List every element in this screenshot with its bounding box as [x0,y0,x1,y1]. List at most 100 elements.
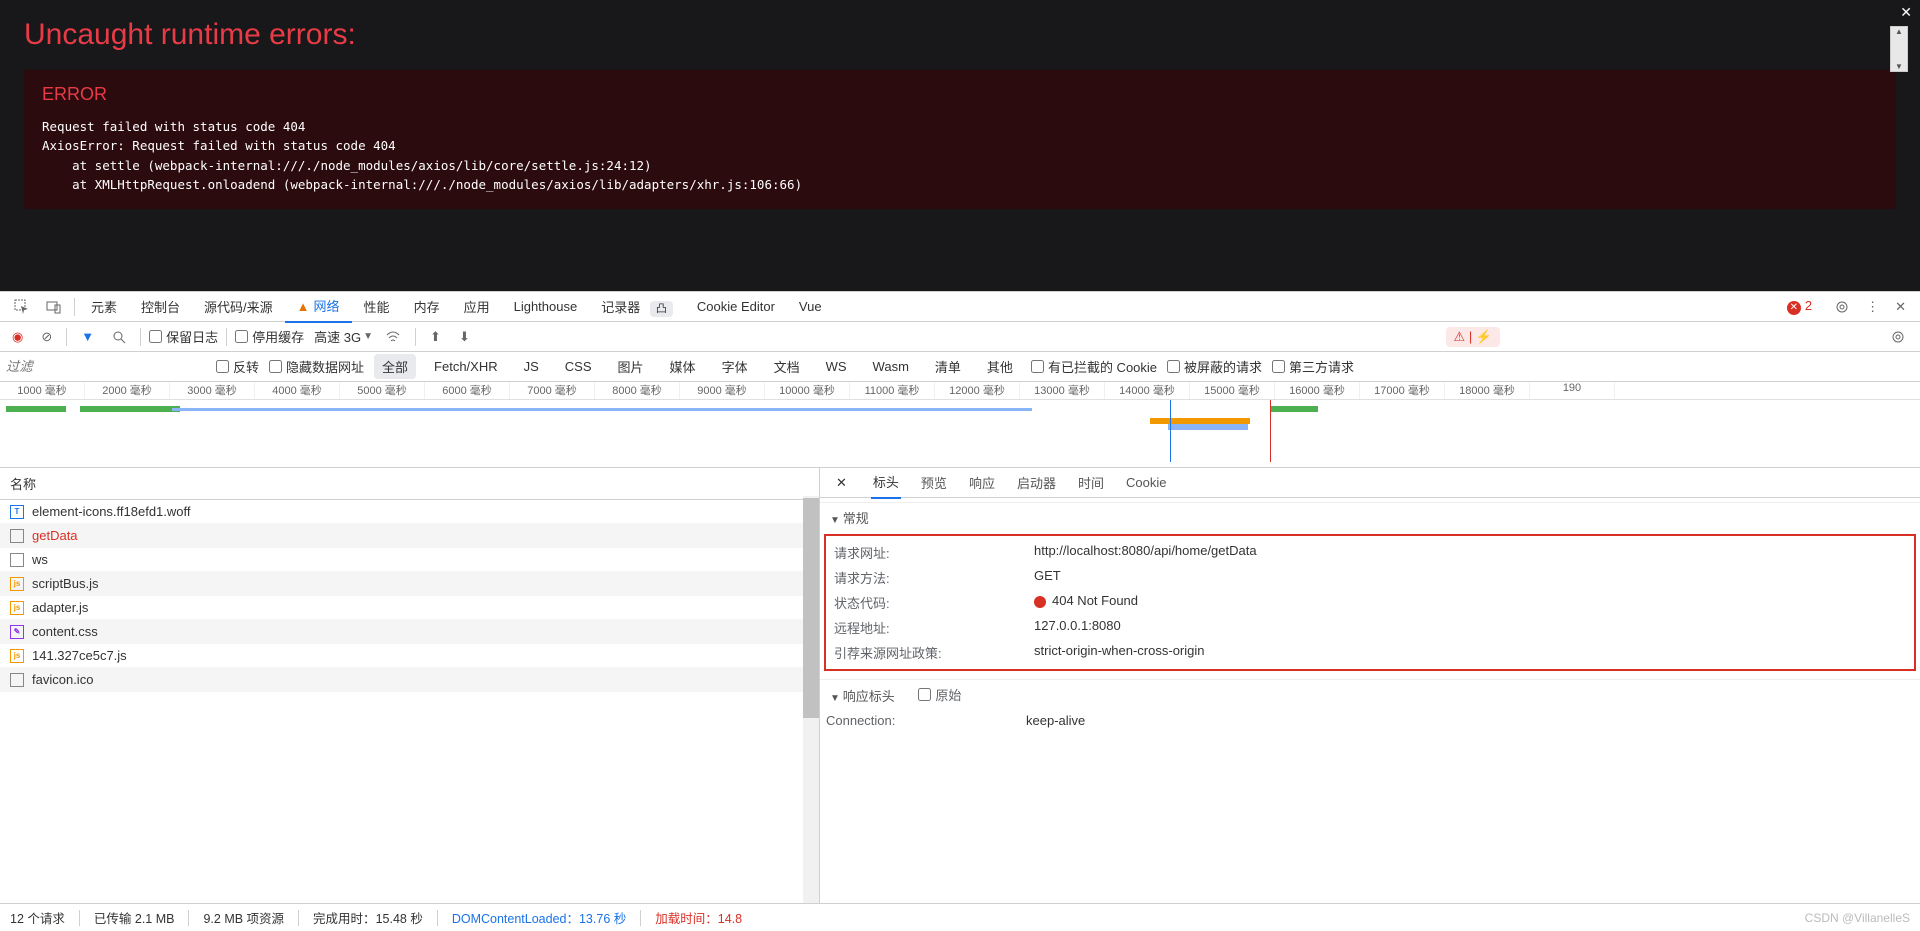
request-detail: ✕ 标头 预览 响应 启动器 时间 Cookie 常规 请求网址:http://… [820,468,1920,903]
detail-tab-initiator[interactable]: 启动器 [1015,467,1058,498]
more-icon[interactable]: ⋮ [1858,295,1887,319]
throttle-select[interactable]: 高速 3G▼ [310,325,373,348]
error-counter[interactable]: ✕2 [1787,298,1826,315]
timeline-tick: 1000 毫秒 [0,382,85,399]
raw-toggle[interactable]: 原始 [918,685,961,704]
request-name: content.css [32,624,98,639]
filter-manifest[interactable]: 清单 [927,354,969,379]
preserve-log-checkbox[interactable]: 保留日志 [149,327,218,346]
request-name: element-icons.ff18efd1.woff [32,504,191,519]
timeline-tick: 10000 毫秒 [765,382,850,399]
network-timeline[interactable]: 1000 毫秒2000 毫秒3000 毫秒4000 毫秒5000 毫秒6000 … [0,382,1920,468]
devtools-tabs: 元素 控制台 源代码/来源 ▲网络 性能 内存 应用 Lighthouse 记录… [0,292,1920,322]
network-filter-row: 反转 隐藏数据网址 全部 Fetch/XHR JS CSS 图片 媒体 字体 文… [0,352,1920,382]
device-icon[interactable] [38,295,70,319]
wifi-icon[interactable] [379,325,407,349]
extension-badge[interactable]: ⚠ | ⚡ [1446,327,1500,347]
kv-value: 404 Not Found [1034,593,1138,612]
search-icon[interactable] [106,326,132,348]
download-icon[interactable]: ⬇ [453,325,476,349]
timeline-tick: 13000 毫秒 [1020,382,1105,399]
status-domcontentloaded: DOMContentLoaded：13.76 秒 [452,908,626,927]
request-name: 141.327ce5c7.js [32,648,127,663]
tab-cookie-editor[interactable]: Cookie Editor [685,293,787,320]
tab-network[interactable]: ▲网络 [285,290,352,323]
section-response-headers[interactable]: 响应标头 原始 [820,679,1920,710]
kv-key: 远程地址: [834,618,1034,637]
kv-key: 请求网址: [834,543,1034,562]
file-type-icon: js [10,601,24,615]
tab-memory[interactable]: 内存 [402,291,452,322]
tab-sources[interactable]: 源代码/来源 [192,291,285,322]
network-toolbar: ◉ ⊘ ▼ 保留日志 停用缓存 高速 3G▼ ⬆ ⬇ ⚠ | ⚡ [0,322,1920,352]
third-party-checkbox[interactable]: 第三方请求 [1272,357,1354,376]
mini-scrollbar[interactable]: ▲▼ [1890,26,1908,72]
filter-other[interactable]: 其他 [979,354,1021,379]
network-split: 名称 Telement-icons.ff18efd1.woffgetDataws… [0,468,1920,903]
blocked-cookies-checkbox[interactable]: 有已拦截的 Cookie [1031,357,1157,376]
request-row[interactable]: getData [0,524,819,548]
tab-lighthouse[interactable]: Lighthouse [502,293,590,320]
settings-icon[interactable] [1882,325,1914,349]
tab-console[interactable]: 控制台 [129,291,192,322]
close-devtools-icon[interactable]: ✕ [1887,295,1914,319]
blocked-requests-checkbox[interactable]: 被屏蔽的请求 [1167,357,1262,376]
timeline-tick: 12000 毫秒 [935,382,1020,399]
record-icon[interactable]: ◉ [6,325,29,349]
tab-recorder[interactable]: 记录器 凸 [589,291,685,322]
filter-font[interactable]: 字体 [714,354,756,379]
kv-row: 请求方法:GET [828,565,1912,590]
detail-tab-cookies[interactable]: Cookie [1124,469,1168,496]
detail-tab-headers[interactable]: 标头 [871,466,901,499]
filter-media[interactable]: 媒体 [662,354,704,379]
status-transferred: 已传输 2.1 MB [94,908,175,927]
status-resources: 9.2 MB 项资源 [203,908,284,927]
inspect-icon[interactable] [6,295,38,319]
filter-all[interactable]: 全部 [374,354,416,379]
request-row[interactable]: js141.327ce5c7.js [0,644,819,668]
column-header-name[interactable]: 名称 [0,468,819,500]
filter-css[interactable]: CSS [557,356,600,377]
file-type-icon: js [10,577,24,591]
close-detail-icon[interactable]: ✕ [830,473,853,493]
error-box: ERROR Request failed with status code 40… [24,70,1896,209]
request-row[interactable]: ✎content.css [0,620,819,644]
request-row[interactable]: jsscriptBus.js [0,572,819,596]
invert-checkbox[interactable]: 反转 [216,357,259,376]
kv-row: 引荐来源网址政策:strict-origin-when-cross-origin [828,640,1912,665]
tab-application[interactable]: 应用 [452,291,502,322]
kv-key: Connection: [826,713,1026,728]
close-icon[interactable]: ✕ [1900,4,1912,21]
kv-value: GET [1034,568,1061,587]
warning-icon: ▲ [297,299,310,314]
filter-doc[interactable]: 文档 [766,354,808,379]
filter-icon[interactable]: ▼ [75,325,100,348]
detail-tab-timing[interactable]: 时间 [1076,467,1106,498]
detail-tab-preview[interactable]: 预览 [919,467,949,498]
gear-icon[interactable] [1826,295,1858,319]
tab-elements[interactable]: 元素 [79,291,129,322]
request-row[interactable]: favicon.ico [0,668,819,692]
hide-data-urls-checkbox[interactable]: 隐藏数据网址 [269,357,364,376]
filter-img[interactable]: 图片 [610,354,652,379]
filter-fetch[interactable]: Fetch/XHR [426,356,506,377]
disable-cache-checkbox[interactable]: 停用缓存 [235,327,304,346]
section-general[interactable]: 常规 [820,502,1920,532]
clear-icon[interactable]: ⊘ [35,325,58,349]
filter-wasm[interactable]: Wasm [865,356,917,377]
chevron-down-icon: ▼ [363,331,373,342]
filter-ws[interactable]: WS [818,356,855,377]
filter-input[interactable] [6,359,206,374]
scrollbar[interactable] [803,496,819,903]
timeline-tick: 8000 毫秒 [595,382,680,399]
tab-performance[interactable]: 性能 [352,291,402,322]
request-row[interactable]: ws [0,548,819,572]
request-row[interactable]: jsadapter.js [0,596,819,620]
detail-tab-response[interactable]: 响应 [967,467,997,498]
upload-icon[interactable]: ⬆ [424,325,447,349]
request-row[interactable]: Telement-icons.ff18efd1.woff [0,500,819,524]
tab-vue[interactable]: Vue [787,293,834,320]
kv-key: 状态代码: [834,593,1034,612]
kv-value: http://localhost:8080/api/home/getData [1034,543,1257,562]
filter-js[interactable]: JS [516,356,547,377]
